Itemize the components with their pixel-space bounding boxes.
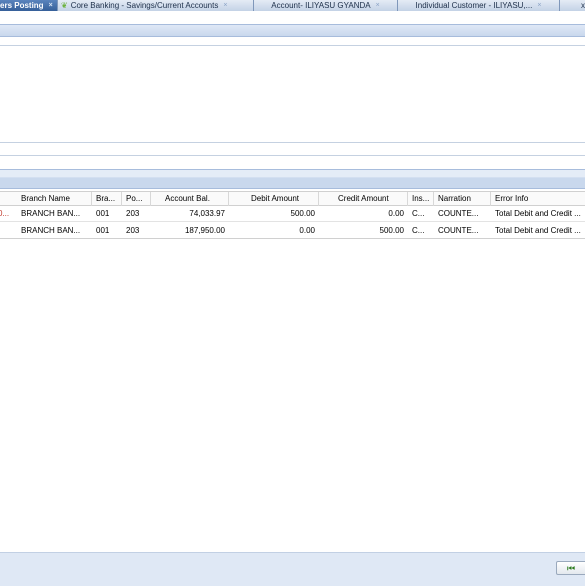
panel-header bbox=[0, 24, 585, 37]
tab-overflow[interactable]: x bbox=[560, 0, 585, 11]
col-header-account-bal[interactable]: Account Bal. bbox=[151, 192, 229, 206]
cell-narration: COUNTE... bbox=[438, 209, 479, 218]
row-divider bbox=[0, 238, 585, 239]
col-header-narration[interactable]: Narration bbox=[434, 192, 491, 206]
table-row[interactable]: 0... BRANCH BAN... 001 203 74,033.97 500… bbox=[0, 208, 585, 219]
tab-savings-current-accounts[interactable]: ❦ Core Banking - Savings/Current Account… bbox=[58, 0, 254, 11]
col-header-debit-amount[interactable]: Debit Amount bbox=[229, 192, 319, 206]
cell-post: 203 bbox=[126, 226, 140, 235]
cell-debit-amount: 500.00 bbox=[290, 209, 315, 218]
leaf-icon: ❦ bbox=[61, 1, 68, 10]
cell-narration: COUNTE... bbox=[438, 226, 479, 235]
tab-individual-customer[interactable]: Individual Customer - ILIYASU,... × bbox=[398, 0, 560, 11]
col-header-error-info[interactable]: Error Info bbox=[491, 192, 585, 206]
cell-ins: C... bbox=[412, 209, 425, 218]
tab-label: Account- ILIYASU GYANDA bbox=[271, 1, 371, 10]
tab-label: x bbox=[581, 1, 585, 10]
cell-post: 203 bbox=[126, 209, 140, 218]
close-icon[interactable]: × bbox=[223, 2, 227, 9]
cell-account-bal: 187,950.00 bbox=[184, 226, 225, 235]
cell-ins: C... bbox=[412, 226, 425, 235]
tab-label: ers Posting bbox=[0, 1, 44, 10]
cell-branch: 001 bbox=[96, 209, 110, 218]
close-icon[interactable]: × bbox=[376, 2, 380, 9]
tab-label: Core Banking - Savings/Current Accounts bbox=[70, 1, 219, 10]
table-row[interactable]: BRANCH BAN... 001 203 187,950.00 0.00 50… bbox=[0, 225, 585, 236]
paging-toolbar: ⏮ bbox=[0, 552, 585, 586]
col-header-branch[interactable]: Bra... bbox=[92, 192, 122, 206]
close-icon[interactable]: × bbox=[537, 2, 541, 9]
grid-panel-header bbox=[0, 169, 585, 189]
first-page-icon: ⏮ bbox=[567, 562, 576, 573]
grid-header: Branch Name Bra... Po... Account Bal. De… bbox=[0, 191, 585, 206]
first-page-button[interactable]: ⏮ bbox=[556, 561, 585, 575]
row-lead-cell: 0... bbox=[0, 209, 10, 218]
col-header-post[interactable]: Po... bbox=[122, 192, 151, 206]
cell-credit-amount: 500.00 bbox=[379, 226, 404, 235]
col-header-ins[interactable]: Ins... bbox=[408, 192, 434, 206]
divider bbox=[0, 155, 585, 156]
cell-error-info: Total Debit and Credit ... bbox=[495, 226, 581, 235]
col-header-credit-amount[interactable]: Credit Amount bbox=[319, 192, 408, 206]
cell-branch: 001 bbox=[96, 226, 110, 235]
col-header-branch-name[interactable]: Branch Name bbox=[0, 192, 92, 206]
divider bbox=[0, 45, 585, 46]
close-icon[interactable]: × bbox=[49, 2, 53, 9]
cell-branch-name: BRANCH BAN... bbox=[21, 209, 81, 218]
cell-branch-name: BRANCH BAN... bbox=[21, 226, 81, 235]
cell-debit-amount: 0.00 bbox=[299, 226, 315, 235]
divider bbox=[0, 142, 585, 143]
cell-error-info: Total Debit and Credit ... bbox=[495, 209, 581, 218]
tab-bar: ers Posting × ❦ Core Banking - Savings/C… bbox=[0, 0, 585, 11]
cell-credit-amount: 0.00 bbox=[388, 209, 404, 218]
cell-account-bal: 74,033.97 bbox=[189, 209, 225, 218]
tab-account[interactable]: Account- ILIYASU GYANDA × bbox=[254, 0, 398, 11]
tab-label: Individual Customer - ILIYASU,... bbox=[415, 1, 533, 10]
tab-posting[interactable]: ers Posting × bbox=[0, 0, 58, 11]
row-divider bbox=[0, 221, 585, 222]
